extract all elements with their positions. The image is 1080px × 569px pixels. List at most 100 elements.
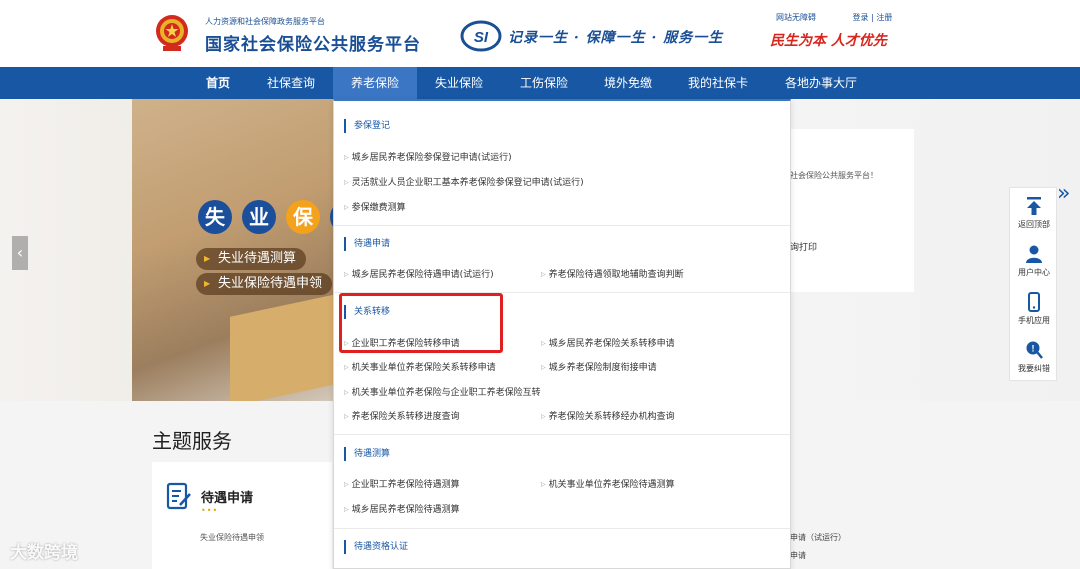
top-links: 网站无障碍 登录 | 注册 (776, 12, 892, 23)
menu-link[interactable]: ▷ 城乡居民养老保险待遇申请(试运行) (344, 268, 494, 282)
arrow-right-icon: ▷ (344, 389, 349, 396)
org-name: 人力资源和社会保障政务服务平台 (205, 17, 325, 26)
service-card-subtitle[interactable]: 失业保险待遇申领 (200, 532, 264, 543)
report-error-button[interactable]: ! 我要纠错 (1010, 334, 1058, 380)
side-label: 我要纠错 (1018, 364, 1050, 373)
accessibility-link[interactable]: 网站无障碍 (776, 13, 816, 22)
register-link[interactable]: 注册 (876, 13, 892, 22)
watermark-text: 大数跨境 (10, 543, 78, 563)
side-label: 手机应用 (1018, 316, 1050, 325)
section-divider (334, 225, 790, 226)
menu-link[interactable]: ▷ 参保缴费测算 (344, 201, 406, 215)
mobile-icon (1028, 292, 1040, 312)
menu-link-label: 城乡居民养老保险待遇测算 (351, 505, 460, 515)
nav-item-work-injury-insurance[interactable]: 工伤保险 (510, 67, 578, 99)
side-label: 用户中心 (1018, 268, 1050, 277)
nav-item-local-service-halls[interactable]: 各地办事大厅 (776, 67, 866, 99)
back-to-top-button[interactable]: 返回顶部 (1010, 190, 1058, 236)
arrow-right-icon: ▷ (344, 506, 349, 513)
arrow-right-icon: ▷ (344, 179, 349, 186)
section-title-benefit-estimate: 待遇测算 (344, 447, 390, 461)
nav-item-social-security-query[interactable]: 社保查询 (258, 67, 324, 99)
menu-link[interactable]: ▷ 城乡居民养老保险参保登记申请(试运行) (344, 151, 512, 165)
menu-link-label: 城乡居民养老保险待遇申请(试运行) (351, 270, 494, 280)
arrow-right-icon: ▷ (541, 481, 546, 488)
menu-link-label: 城乡居民养老保险关系转移申请 (548, 339, 675, 349)
section-divider (334, 528, 790, 529)
nav-item-pension-insurance[interactable]: 养老保险 (333, 67, 417, 99)
menu-link[interactable]: ▷ 养老保险关系转移进度查询 (344, 410, 460, 424)
user-center-button[interactable]: 用户中心 (1010, 238, 1058, 284)
menu-link[interactable]: ▷ 机关事业单位养老保险待遇测算 (541, 478, 675, 492)
national-emblem-icon (156, 15, 188, 51)
arrow-right-icon: ▷ (344, 364, 349, 371)
arrow-right-icon: ▷ (344, 481, 349, 488)
si-logo-text: SI (474, 29, 489, 46)
menu-link-label: 养老保险待遇领取地辅助查询判断 (548, 270, 684, 280)
banner-prev-button[interactable]: ‹ (12, 236, 28, 270)
service-card-dots: ••• (201, 506, 219, 515)
menu-link[interactable]: ▷ 城乡养老保险制度衔接申请 (541, 361, 657, 375)
arrow-right-icon: ▷ (344, 154, 349, 161)
link-separator: | (871, 13, 874, 22)
main-nav: 首页 社保查询 养老保险 失业保险 工伤保险 境外免缴 我的社保卡 各地办事大厅 (0, 67, 1080, 99)
menu-link[interactable]: ▷ 养老保险关系转移经办机构查询 (541, 410, 675, 424)
nav-item-unemployment-insurance[interactable]: 失业保险 (425, 67, 493, 99)
arrow-right-icon: ▷ (541, 340, 546, 347)
si-logo-icon: SI (460, 20, 502, 52)
menu-link-label: 灵活就业人员企业职工基本养老保险参保登记申请(试运行) (351, 178, 584, 188)
back-to-top-icon (1027, 197, 1041, 215)
banner-next-button[interactable]: » (1057, 181, 1070, 206)
login-card: 社会保险公共服务平台！ 询打印 (770, 129, 914, 292)
section-divider (334, 434, 790, 435)
arrow-right-icon: ▷ (344, 204, 349, 211)
menu-link-label: 参保缴费测算 (351, 203, 406, 213)
query-print-link[interactable]: 询打印 (790, 240, 817, 253)
menu-link[interactable]: ▷ 灵活就业人员企业职工基本养老保险参保登记申请(试运行) (344, 176, 584, 190)
svg-text:!: ! (1032, 344, 1035, 354)
slogan: 记录一生 · 保障一生 · 服务一生 (508, 30, 724, 46)
nav-item-overseas-exemption[interactable]: 境外免缴 (594, 67, 662, 99)
menu-link-label: 城乡养老保险制度衔接申请 (548, 363, 657, 373)
arrow-right-icon: ▷ (344, 413, 349, 420)
arrow-right-icon: ▷ (541, 413, 546, 420)
site-header: 人力资源和社会保障政务服务平台 国家社会保险公共服务平台 SI 记录一生 · 保… (0, 0, 1080, 67)
nav-item-home[interactable]: 首页 (196, 67, 240, 99)
section-title-benefit-application: 待遇申请 (344, 237, 390, 251)
side-toolbar: 返回顶部 用户中心 手机应用 ! 我要纠错 (1009, 187, 1057, 381)
menu-link-label: 机关事业单位养老保险待遇测算 (548, 480, 675, 490)
arrow-right-icon: ▷ (344, 271, 349, 278)
side-label: 返回顶部 (1018, 220, 1050, 229)
mobile-app-button[interactable]: 手机应用 (1010, 286, 1058, 332)
service-link[interactable]: 申请 (790, 550, 806, 561)
section-title-enrollment: 参保登记 (344, 119, 390, 133)
service-link[interactable]: 申请（试运行） (790, 532, 846, 543)
menu-link[interactable]: ▷ 机关事业单位养老保险与企业职工养老保险互转 (344, 386, 541, 400)
menu-link[interactable]: ▷ 企业职工养老保险待遇测算 (344, 478, 460, 492)
menu-link[interactable]: ▷ 机关事业单位养老保险关系转移申请 (344, 361, 496, 375)
menu-link[interactable]: ▷ 城乡居民养老保险关系转移申请 (541, 337, 675, 351)
banner-promo-item[interactable]: 失业待遇测算 (196, 248, 307, 270)
login-welcome-text: 社会保险公共服务平台！ (790, 171, 878, 180)
banner-char-circle: 保 (286, 200, 320, 234)
nav-item-my-social-card[interactable]: 我的社保卡 (678, 67, 758, 99)
arrow-right-icon: ▷ (541, 364, 546, 371)
arrow-right-icon: ▷ (541, 271, 546, 278)
login-link[interactable]: 登录 (853, 13, 869, 22)
banner-char-circle: 业 (242, 200, 276, 234)
menu-link[interactable]: ▷ 城乡居民养老保险待遇测算 (344, 503, 460, 517)
menu-link-label: 养老保险关系转移进度查询 (351, 412, 460, 422)
menu-link-label: 城乡居民养老保险参保登记申请(试运行) (351, 153, 512, 163)
service-card-title: 待遇申请 (201, 491, 254, 506)
menu-link[interactable]: ▷ 养老保险待遇领取地辅助查询判断 (541, 268, 684, 282)
menu-link-label: 机关事业单位养老保险与企业职工养老保险互转 (351, 388, 541, 398)
banner-promo-item[interactable]: 失业保险待遇申领 (196, 273, 333, 295)
section-title-eligibility-certification: 待遇资格认证 (344, 540, 408, 554)
form-edit-icon (166, 482, 191, 510)
menu-link-label: 企业职工养老保险待遇测算 (351, 480, 460, 490)
user-icon (1026, 245, 1042, 263)
menu-link-label: 养老保险关系转移经办机构查询 (548, 412, 675, 422)
banner-char-circle: 失 (198, 200, 232, 234)
site-title[interactable]: 国家社会保险公共服务平台 (205, 30, 421, 55)
service-card[interactable]: 待遇申请 ••• 失业保险待遇申领 (152, 462, 332, 569)
